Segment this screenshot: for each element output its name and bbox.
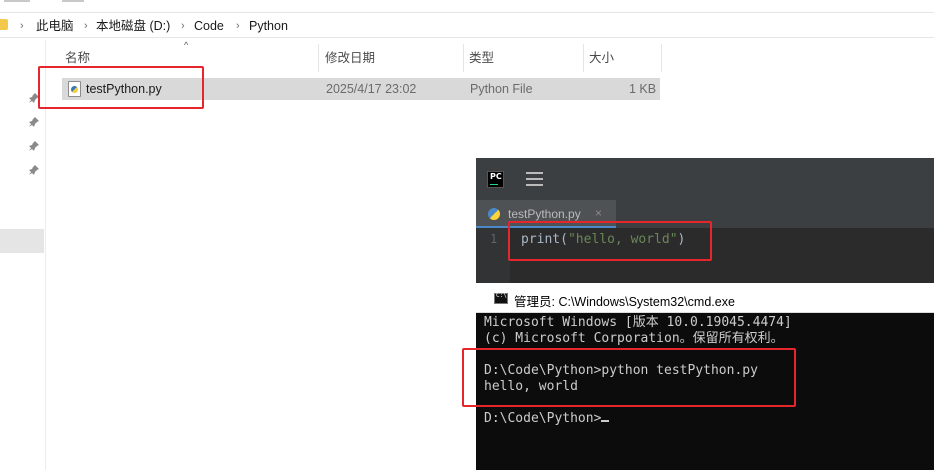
ribbon-fragment bbox=[62, 0, 84, 2]
code-editor[interactable]: 1 print("hello, world") bbox=[476, 228, 934, 288]
chevron-right-icon: › bbox=[84, 20, 88, 32]
console-line: (c) Microsoft Corporation。保留所有权利。 bbox=[484, 331, 784, 346]
python-file-icon bbox=[488, 208, 500, 220]
pin-icon bbox=[29, 165, 39, 175]
chevron-right-icon: › bbox=[181, 20, 185, 32]
console-prompt: D:\Code\Python> bbox=[484, 411, 602, 426]
file-name: testPython.py bbox=[86, 82, 162, 96]
file-type: Python File bbox=[470, 82, 533, 96]
pycharm-toolbar: PC bbox=[476, 158, 934, 200]
column-header-type[interactable]: 类型 bbox=[465, 44, 584, 72]
console-line: Microsoft Windows [版本 10.0.19045.4474] bbox=[484, 315, 792, 330]
python-file-icon bbox=[68, 81, 81, 97]
breadcrumb-this-pc[interactable]: 此电脑 bbox=[36, 18, 74, 34]
file-row[interactable]: testPython.py 2025/4/17 23:02 Python Fil… bbox=[62, 78, 660, 100]
console-line: D:\Code\Python>python testPython.py bbox=[484, 363, 758, 378]
breadcrumb-code[interactable]: Code bbox=[194, 18, 224, 34]
console-line: hello, world bbox=[484, 379, 578, 394]
tab-label: testPython.py bbox=[508, 207, 581, 221]
code-string: "hello, world" bbox=[567, 232, 678, 247]
cmd-icon bbox=[494, 292, 508, 304]
pycharm-window: PC testPython.py × 1 print("hello, world… bbox=[476, 158, 934, 288]
close-icon[interactable]: × bbox=[595, 206, 602, 220]
cmd-console[interactable]: Microsoft Windows [版本 10.0.19045.4474] (… bbox=[484, 315, 934, 427]
console-prompt-line: D:\Code\Python> bbox=[484, 411, 934, 427]
code-line: print("hello, world") bbox=[521, 232, 685, 247]
code-paren: ) bbox=[677, 232, 686, 247]
main-menu-icon[interactable] bbox=[526, 172, 543, 186]
cmd-title: 管理员: C:\Windows\System32\cmd.exe bbox=[514, 295, 735, 309]
folder-icon bbox=[0, 19, 8, 30]
nav-item-selected[interactable] bbox=[0, 229, 44, 253]
chevron-right-icon: › bbox=[20, 20, 24, 32]
cmd-title-bar[interactable]: 管理员: C:\Windows\System32\cmd.exe bbox=[476, 283, 934, 313]
file-modified: 2025/4/17 23:02 bbox=[326, 82, 417, 96]
column-header-size[interactable]: 大小 bbox=[585, 44, 662, 72]
navigation-pane bbox=[0, 40, 46, 470]
breadcrumb-python[interactable]: Python bbox=[249, 18, 288, 34]
address-bar[interactable]: › 此电脑 › 本地磁盘 (D:) › Code › Python bbox=[0, 12, 934, 38]
text-cursor bbox=[601, 420, 610, 422]
ribbon-strip bbox=[0, 0, 934, 8]
pin-icon bbox=[29, 141, 39, 151]
line-gutter: 1 bbox=[476, 228, 510, 288]
pin-icon bbox=[29, 117, 39, 127]
breadcrumb-drive-d[interactable]: 本地磁盘 (D:) bbox=[96, 18, 170, 34]
column-header-modified[interactable]: 修改日期 bbox=[321, 44, 464, 72]
editor-tabs: testPython.py × bbox=[476, 200, 934, 228]
file-size: 1 KB bbox=[629, 82, 657, 96]
line-number: 1 bbox=[490, 232, 498, 246]
pin-icon bbox=[29, 93, 39, 103]
column-header-name[interactable]: 名称 bbox=[61, 44, 319, 72]
pycharm-logo-icon[interactable]: PC bbox=[487, 171, 504, 188]
code-function: print( bbox=[521, 232, 568, 247]
pycharm-logo-text: PC bbox=[490, 172, 502, 181]
chevron-right-icon: › bbox=[236, 20, 240, 32]
tab-testpython[interactable]: testPython.py × bbox=[476, 200, 616, 228]
ribbon-fragment bbox=[4, 0, 30, 2]
cmd-window: 管理员: C:\Windows\System32\cmd.exe Microso… bbox=[476, 283, 934, 470]
